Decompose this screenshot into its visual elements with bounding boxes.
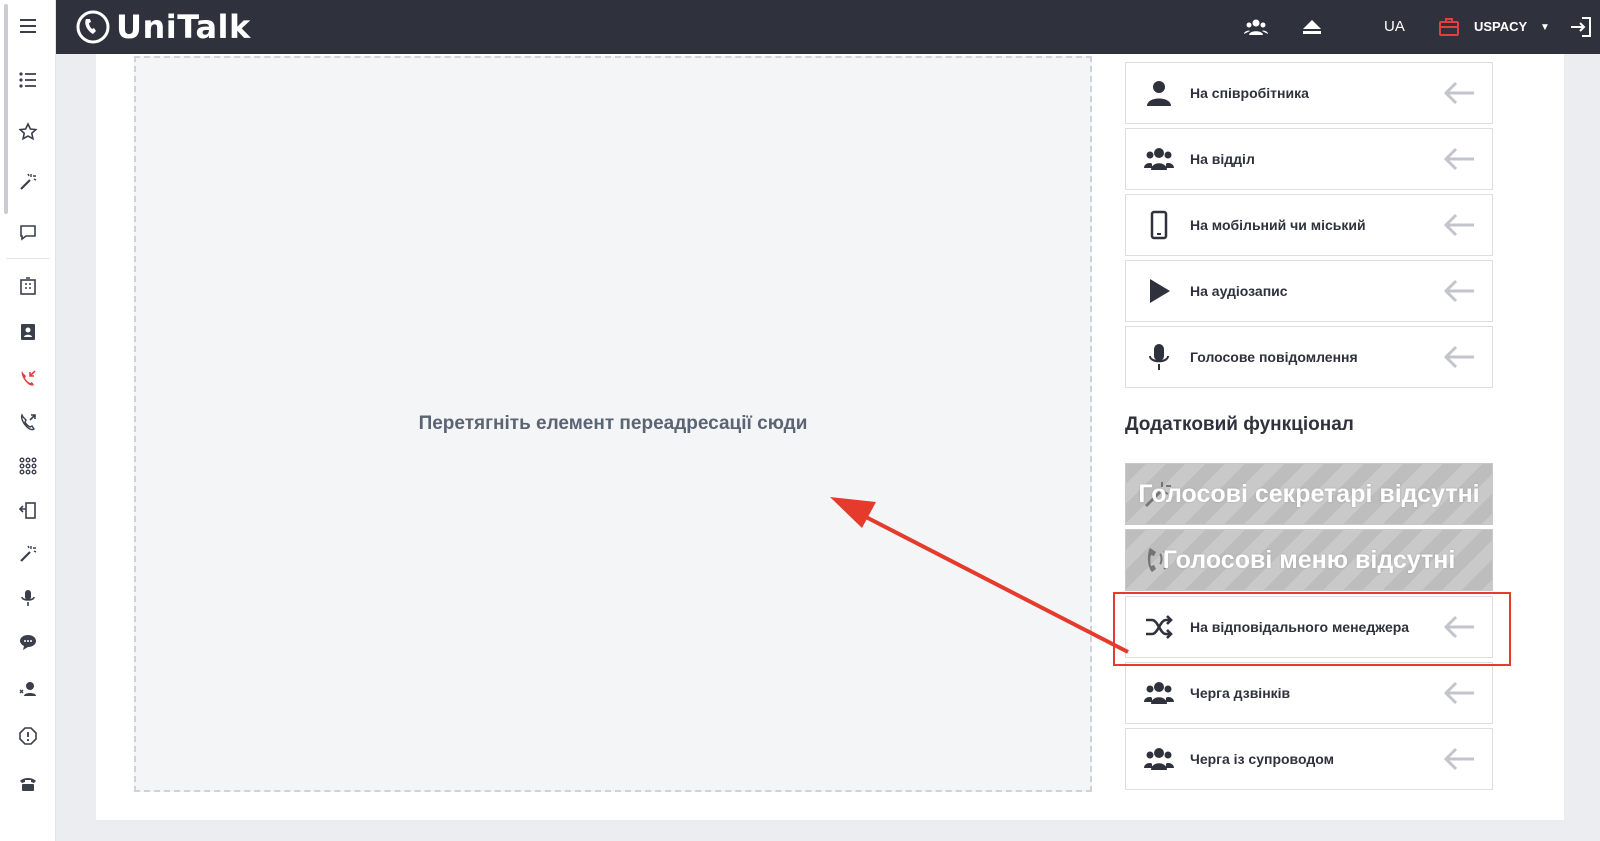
redirect-item-voicemail[interactable]: Голосове повідомлення [1125, 326, 1493, 388]
highlight-box [1113, 592, 1511, 666]
logo-text: UniTalk [116, 8, 251, 46]
redirect-item-employee[interactable]: На співробітника [1125, 62, 1493, 124]
unitalk-logo[interactable]: UniTalk [74, 8, 251, 46]
redirect-item-label: На відділ [1190, 151, 1255, 167]
redirect-item-label: На аудіозапис [1190, 283, 1288, 299]
outgoing-call-icon[interactable] [14, 408, 42, 436]
redirect-item-queue-with-escort[interactable]: Черга із супроводом [1125, 728, 1493, 790]
incoming-call-icon[interactable] [14, 364, 42, 392]
redirect-item-mobile[interactable]: На мобільний чи міський [1125, 194, 1493, 256]
users-icon[interactable] [1243, 14, 1269, 40]
left-gutter [56, 54, 96, 841]
magic-wand-icon[interactable] [14, 540, 42, 568]
arrow-left-icon [1442, 678, 1476, 708]
support-agent-icon[interactable] [14, 674, 42, 702]
group-icon [1142, 676, 1176, 710]
disabled-item-voice-menu: Голосові меню відсутні [1125, 529, 1493, 591]
chat-bubble-icon[interactable] [14, 219, 42, 247]
redirect-item-label: На співробітника [1190, 85, 1309, 101]
dropzone-hint: Перетягніть елемент переадресації сюди [418, 413, 808, 434]
redirect-dropzone[interactable]: Перетягніть елемент переадресації сюди [134, 56, 1092, 792]
play-icon [1142, 274, 1176, 308]
redirect-item-label: Голосове повідомлення [1190, 349, 1358, 365]
briefcase-icon [1438, 16, 1460, 38]
menu-icon[interactable] [14, 12, 42, 40]
chevron-down-icon[interactable]: ▼ [1540, 22, 1550, 33]
mobile-icon [1142, 208, 1176, 242]
star-icon[interactable] [14, 118, 42, 146]
top-bar: UniTalk UA USPACY ▼ [56, 0, 1600, 54]
list-icon[interactable] [14, 66, 42, 94]
arrow-left-icon [1442, 210, 1476, 240]
bottom-gutter [56, 820, 1600, 841]
sidebar-scrollbar[interactable] [4, 4, 8, 214]
language-selector[interactable]: UA [1384, 18, 1405, 35]
microphone-icon[interactable] [14, 584, 42, 612]
alert-icon[interactable] [14, 722, 42, 750]
company-name[interactable]: USPACY [1474, 19, 1527, 34]
contacts-icon[interactable] [14, 318, 42, 346]
building-icon[interactable] [14, 272, 42, 300]
arrow-left-icon [1442, 144, 1476, 174]
sidebar-divider [6, 258, 50, 259]
desk-phone-icon[interactable] [14, 770, 42, 798]
redirect-item-label: На мобільний чи міський [1190, 217, 1366, 233]
redirect-item-label: Черга дзвінків [1190, 685, 1291, 701]
group-icon [1142, 742, 1176, 776]
phone-forward-icon[interactable] [14, 496, 42, 524]
disabled-overlay-text: Голосові секретарі відсутні [1138, 479, 1480, 508]
right-gutter [1564, 54, 1600, 841]
arrow-left-icon [1442, 78, 1476, 108]
arrow-left-icon [1442, 744, 1476, 774]
message-icon[interactable] [14, 628, 42, 656]
magic-wand-icon[interactable] [14, 168, 42, 196]
arrow-left-icon [1442, 276, 1476, 306]
person-icon [1142, 76, 1176, 110]
disabled-item-voice-secretary: Голосові секретарі відсутні [1125, 463, 1493, 525]
eject-icon[interactable] [1299, 14, 1325, 40]
logout-icon[interactable] [1568, 14, 1594, 40]
group-icon [1142, 142, 1176, 176]
redirect-item-label: Черга із супроводом [1190, 751, 1334, 767]
arrow-left-icon [1442, 342, 1476, 372]
redirect-item-audio[interactable]: На аудіозапис [1125, 260, 1493, 322]
microphone-icon [1142, 340, 1176, 374]
dialpad-icon[interactable] [14, 452, 42, 480]
redirect-item-call-queue[interactable]: Черга дзвінків [1125, 662, 1493, 724]
disabled-overlay-text: Голосові меню відсутні [1162, 545, 1456, 574]
redirect-item-department[interactable]: На відділ [1125, 128, 1493, 190]
main-panel: Перетягніть елемент переадресації сюди Н… [96, 54, 1564, 841]
section-title: Додатковий функціонал [1125, 414, 1354, 435]
left-sidebar [0, 0, 56, 841]
logo-mark-icon [76, 10, 110, 44]
